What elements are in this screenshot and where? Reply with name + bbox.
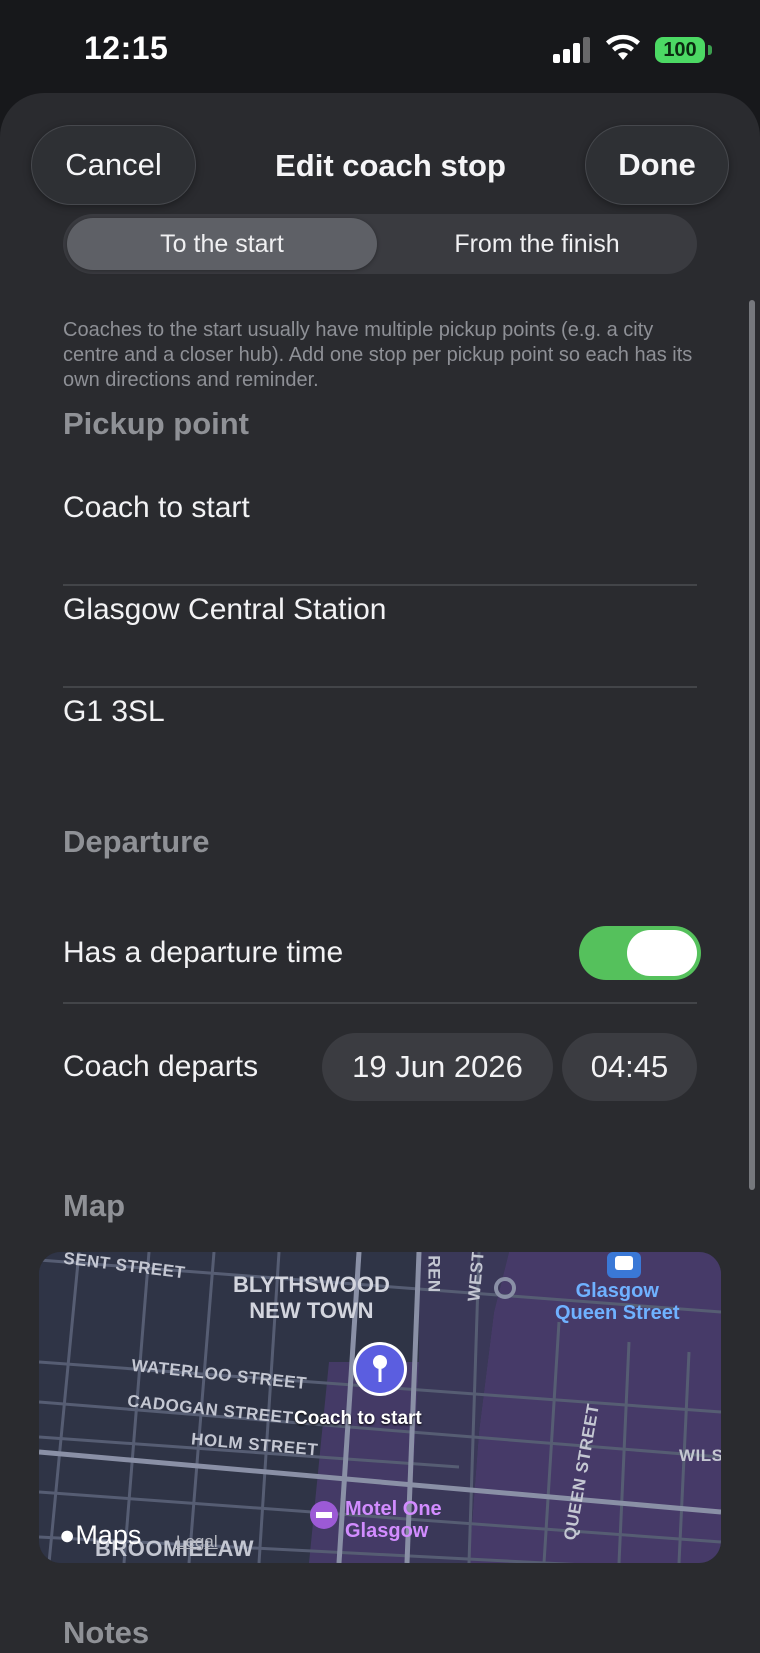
status-bar: 12:15 100 (0, 0, 760, 95)
has-departure-time-label: Has a departure time (63, 936, 344, 969)
page-title: Edit coach stop (275, 148, 506, 183)
segment-from-the-finish[interactable]: From the finish (381, 218, 693, 270)
area-label-line1: BLYTHSWOOD (233, 1272, 390, 1297)
station-label[interactable]: Glasgow Queen Street (555, 1280, 679, 1324)
wifi-icon (606, 34, 640, 60)
help-text: Coaches to the start usually have multip… (63, 319, 693, 391)
has-departure-time-toggle[interactable] (579, 926, 701, 980)
area-label: BLYTHSWOOD NEW TOWN (233, 1272, 390, 1324)
pickup-postcode-field[interactable]: G1 3SL (63, 695, 165, 729)
area-label-line2: NEW TOWN (249, 1298, 374, 1323)
map-section-header: Map (63, 1188, 125, 1223)
pickup-map[interactable]: SENT STREET WATERLOO STREET CADOGAN STRE… (39, 1252, 721, 1563)
pin-label: Coach to start (294, 1408, 422, 1429)
station-label-line1: Glasgow (575, 1280, 659, 1302)
divider (63, 584, 697, 586)
status-time: 12:15 (84, 30, 169, 66)
station-label-line2: Queen Street (555, 1302, 680, 1324)
street-label-ren: REN (424, 1255, 444, 1293)
done-button[interactable]: Done (585, 125, 729, 205)
pickup-location-field[interactable]: Glasgow Central Station (63, 593, 387, 627)
cellular-signal-icon (553, 37, 595, 63)
battery-icon: 100 (655, 37, 705, 63)
toggle-knob (627, 930, 697, 976)
street-label-wilson: WILSO (679, 1446, 721, 1465)
direction-segmented-control: To the start From the finish (63, 214, 697, 274)
departure-time-picker[interactable]: 04:45 (562, 1033, 697, 1101)
coach-departs-label: Coach departs (63, 1050, 259, 1083)
notes-section-header: Notes (63, 1615, 150, 1650)
segment-to-the-start[interactable]: To the start (67, 218, 377, 270)
cancel-button[interactable]: Cancel (31, 125, 196, 205)
legal-link[interactable]: Legal (176, 1532, 218, 1552)
hotel-label-line1: Motel One (345, 1498, 442, 1520)
battery-tip (708, 45, 712, 55)
departure-date-picker[interactable]: 19 Jun 2026 (322, 1033, 553, 1101)
hotel-label[interactable]: Motel One Glasgow (345, 1498, 442, 1542)
divider (63, 686, 697, 688)
battery-level: 100 (663, 38, 697, 61)
maps-brand: Maps (75, 1520, 142, 1550)
pickup-name-field[interactable]: Coach to start (63, 491, 250, 525)
pickup-section-header: Pickup point (63, 406, 249, 441)
hotel-label-line2: Glasgow (345, 1520, 429, 1542)
edit-coach-stop-sheet: Cancel Edit coach stop Done To the start… (0, 93, 760, 1653)
departure-section-header: Departure (63, 824, 210, 859)
scrollbar[interactable] (749, 300, 755, 1190)
apple-maps-logo: ●Maps (59, 1520, 142, 1550)
divider (63, 1002, 697, 1004)
